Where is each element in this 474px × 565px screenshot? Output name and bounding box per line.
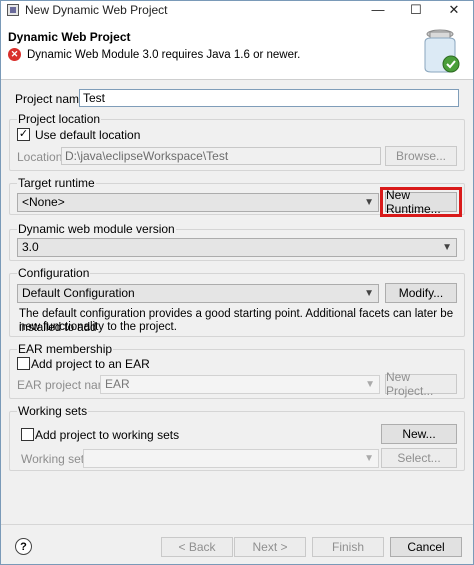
- modify-button[interactable]: Modify...: [385, 283, 457, 303]
- ear-project-name-select[interactable]: EAR ▼: [100, 375, 380, 394]
- project-name-input[interactable]: Test: [79, 89, 459, 107]
- new-project-button[interactable]: New Project...: [385, 370, 457, 398]
- target-runtime-select[interactable]: <None> ▼: [17, 193, 379, 212]
- configuration-title: Configuration: [17, 266, 91, 280]
- working-sets-title: Working sets: [17, 404, 89, 418]
- help-icon[interactable]: ?: [15, 538, 32, 555]
- use-default-location-label: Use default location: [35, 128, 141, 142]
- footer-separator: [1, 524, 473, 525]
- new-working-set-button[interactable]: New...: [381, 424, 457, 444]
- browse-button[interactable]: Browse...: [385, 146, 457, 166]
- location-label: Location:: [17, 150, 66, 164]
- module-version-value: 3.0: [22, 240, 39, 254]
- error-icon: ✕: [8, 48, 21, 61]
- use-default-location-checkbox[interactable]: ✓: [17, 128, 30, 141]
- chevron-down-icon: ▼: [364, 288, 374, 299]
- wizard-header: Dynamic Web Project ✕ Dynamic Web Module…: [1, 18, 473, 80]
- chevron-down-icon: ▼: [364, 453, 374, 464]
- target-runtime-title: Target runtime: [17, 176, 96, 190]
- error-message: Dynamic Web Module 3.0 requires Java 1.6…: [27, 48, 301, 61]
- ear-project-name-value: EAR: [105, 377, 130, 391]
- chevron-down-icon: ▼: [442, 242, 452, 253]
- minimize-button[interactable]: —: [359, 1, 397, 18]
- configuration-value: Default Configuration: [22, 286, 135, 300]
- window-title: New Dynamic Web Project: [25, 2, 168, 17]
- maximize-button[interactable]: ☐: [397, 1, 435, 18]
- next-button[interactable]: Next >: [234, 537, 306, 557]
- cancel-button[interactable]: Cancel: [390, 537, 462, 557]
- eclipse-app-icon: [7, 3, 19, 16]
- back-button[interactable]: < Back: [161, 537, 233, 557]
- working-sets-select[interactable]: ▼: [83, 449, 379, 468]
- red-highlight-box: [380, 187, 462, 217]
- module-version-title: Dynamic web module version: [17, 222, 176, 236]
- jar-icon: [424, 29, 460, 73]
- add-to-working-sets-checkbox[interactable]: [21, 428, 34, 441]
- ear-membership-title: EAR membership: [17, 342, 114, 356]
- window-controls: — ☐ ✕: [359, 1, 473, 18]
- select-working-sets-button[interactable]: Select...: [381, 448, 457, 468]
- target-runtime-value: <None>: [22, 195, 65, 209]
- location-input[interactable]: D:\java\eclipseWorkspace\Test: [61, 147, 381, 165]
- add-to-ear-label: Add project to an EAR: [31, 357, 150, 371]
- add-to-working-sets-label: Add project to working sets: [35, 428, 180, 442]
- chevron-down-icon: ▼: [365, 379, 375, 390]
- title-bar[interactable]: New Dynamic Web Project — ☐ ✕: [1, 1, 473, 18]
- close-button[interactable]: ✕: [435, 1, 473, 18]
- project-name-label: Project name:: [15, 92, 90, 106]
- error-message-row: ✕ Dynamic Web Module 3.0 requires Java 1…: [8, 48, 300, 61]
- project-location-title: Project location: [17, 112, 102, 126]
- chevron-down-icon: ▼: [364, 197, 374, 208]
- finish-button[interactable]: Finish: [312, 537, 384, 557]
- dialog-window: New Dynamic Web Project — ☐ ✕ Dynamic We…: [0, 0, 474, 565]
- configuration-description-line2: new functionality to the project.: [19, 321, 177, 333]
- wizard-title: Dynamic Web Project: [8, 30, 131, 44]
- configuration-select[interactable]: Default Configuration ▼: [17, 284, 379, 303]
- module-version-select[interactable]: 3.0 ▼: [17, 238, 457, 257]
- add-to-ear-checkbox[interactable]: [17, 357, 30, 370]
